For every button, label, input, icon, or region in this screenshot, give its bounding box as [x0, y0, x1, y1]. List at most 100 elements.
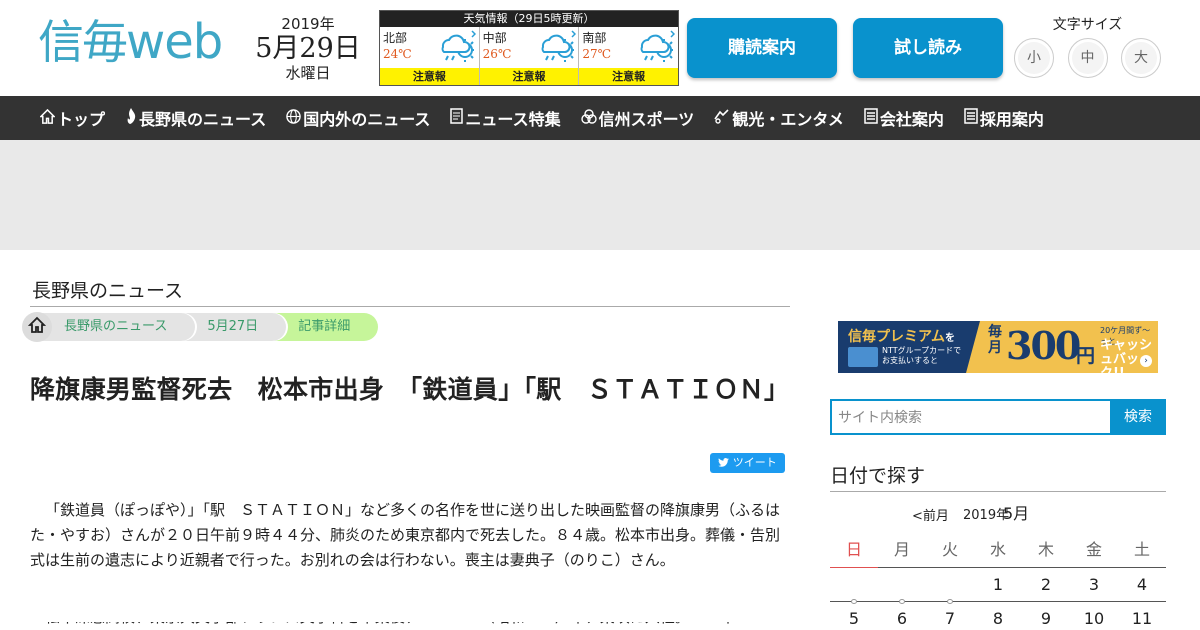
weather-south[interactable]: 南部 27℃ 注意報: [579, 27, 679, 85]
breadcrumb-home[interactable]: [22, 312, 52, 342]
date-month-day: 5月29日: [255, 33, 361, 64]
calendar-day: [878, 568, 926, 604]
nav-item-company-info[interactable]: 会社案内: [864, 106, 944, 130]
weather-temp: 26℃: [482, 47, 512, 61]
nav-item-label: 国内外のニュース: [303, 110, 431, 129]
calendar-day[interactable]: 8: [974, 602, 1022, 630]
nav-item-label: ニュース特集: [465, 110, 561, 129]
banner-offer: 毎月 300 円 20ケ月間ず〜っと キャッシュバック!! ›: [966, 321, 1158, 373]
nav-item-shinshu-sports[interactable]: 信州スポーツ: [580, 106, 695, 130]
twitter-bird-icon: [718, 456, 733, 469]
calendar-day[interactable]: 6: [878, 602, 926, 630]
building-icon: [864, 108, 878, 128]
nav-item-top[interactable]: トップ: [39, 106, 106, 130]
nav-item-label: 観光・エンタメ: [732, 110, 844, 129]
weather-region-name: 中部: [482, 31, 507, 45]
cloud-sun-rain-icon: [541, 30, 576, 62]
subscribe-button[interactable]: 購読案内: [687, 18, 837, 78]
calendar-day[interactable]: 2: [1022, 568, 1070, 601]
nav-item-label: 信州スポーツ: [598, 110, 695, 129]
weekday-wed: 水: [989, 540, 1006, 559]
weather-widget[interactable]: 天気情報（29日5時更新） 北部 24℃ 注意報 中部 26℃ 注意報 南部 2…: [379, 10, 679, 86]
calendar-day: [830, 568, 878, 604]
weather-region-name: 北部: [383, 31, 408, 45]
flame-icon: [125, 108, 137, 128]
home-icon: [27, 316, 47, 338]
nav-item-label: 長野県のニュース: [139, 110, 267, 129]
site-header: 信毎 web 2019年 5月29日 水曜日 天気情報（29日5時更新） 北部 …: [0, 0, 1200, 96]
calendar-prev-month-link[interactable]: <前月: [912, 505, 949, 524]
weather-title: 天気情報（29日5時更新）: [380, 11, 678, 27]
weather-north[interactable]: 北部 24℃ 注意報: [380, 27, 480, 85]
banner-month-label: 毎月: [988, 324, 1002, 356]
date-year: 2019年: [281, 15, 335, 33]
weather-temp: 24℃: [383, 47, 412, 61]
article-headline: 降旗康男監督死去 松本市出身 「鉄道員」「駅 ＳＴＡＴＩＯＮ」: [30, 375, 790, 404]
font-size-large-button[interactable]: 大: [1121, 38, 1161, 78]
calendar-day[interactable]: 4: [1118, 568, 1166, 601]
calendar: 日 月 火 水 木 金 土 1 2 3 4 5 6 7 8 9 10 11: [830, 536, 1166, 630]
tweet-button[interactable]: ツイート: [710, 453, 785, 473]
nav-item-recruitment[interactable]: 採用案内: [964, 106, 1044, 130]
weekday-tue: 火: [941, 540, 958, 559]
nav-item-domestic-intl-news[interactable]: 国内外のニュース: [286, 106, 430, 130]
date-weekday: 水曜日: [285, 64, 331, 82]
banner-amount: 300: [1006, 323, 1081, 368]
weekday-sun: 日: [830, 536, 878, 568]
document-icon: [450, 108, 464, 128]
camera-icon: [714, 108, 730, 128]
premium-promo-banner[interactable]: 信毎プレミアムを NTTグループカードで お支払いすると 毎月 300 円 20…: [838, 321, 1158, 373]
search-button[interactable]: 検索: [1110, 399, 1166, 435]
weather-temp: 27℃: [582, 47, 612, 61]
cloud-sun-rain-icon: [640, 30, 676, 62]
calendar-day[interactable]: 7: [926, 602, 974, 630]
weather-central[interactable]: 中部 26℃ 注意報: [479, 27, 580, 85]
weekday-fri: 金: [1085, 540, 1102, 559]
section-title: 長野県のニュース: [32, 280, 184, 302]
chevron-right-icon: ›: [1140, 355, 1152, 367]
calendar-day[interactable]: 9: [1022, 602, 1070, 630]
calendar-week: 5 6 7 8 9 10 11: [830, 602, 1166, 630]
home-icon: [39, 108, 56, 128]
site-logo[interactable]: 信毎 web: [38, 14, 223, 70]
nav-item-news-features[interactable]: ニュース特集: [450, 106, 561, 130]
font-size-selector: 文字サイズ 小 中 大: [1010, 14, 1165, 78]
site-search-input[interactable]: [830, 399, 1110, 435]
breadcrumb: 長野県のニュース 5月27日 記事詳細: [22, 312, 379, 342]
calendar-title: 日付で探す: [830, 465, 926, 487]
calendar-day[interactable]: 10: [1070, 602, 1118, 630]
cloud-sun-rain-icon: [441, 30, 476, 62]
logo-web: web: [126, 14, 223, 70]
ball-icon: [580, 108, 597, 128]
nav-item-tourism-entertainment[interactable]: 観光・エンタメ: [714, 106, 844, 130]
calendar-weekday-row: 日 月 火 水 木 金 土: [830, 536, 1166, 568]
font-size-label: 文字サイズ: [1052, 17, 1123, 33]
main-nav: トップ 長野県のニュース 国内外のニュース ニュース特集 信州スポーツ 観光・エ…: [0, 96, 1200, 140]
font-size-small-button[interactable]: 小: [1014, 38, 1054, 78]
trial-read-button[interactable]: 試し読み: [853, 18, 1003, 78]
banner-brand: 信毎プレミアムを: [848, 329, 956, 345]
weather-region-name: 南部: [582, 31, 607, 45]
globe-icon: [286, 108, 301, 128]
list-icon: [964, 108, 978, 128]
weekday-mon: 月: [893, 540, 910, 559]
breadcrumb-item-nagano-news[interactable]: 長野県のニュース: [34, 313, 196, 341]
tweet-label: ツイート: [732, 456, 777, 469]
nav-item-label: 会社案内: [879, 110, 944, 129]
calendar-day[interactable]: 1: [974, 568, 1022, 601]
calendar-day[interactable]: 11: [1118, 602, 1166, 630]
nav-item-label: 採用案内: [979, 110, 1044, 129]
article-body-continued: 松本深志高校、東京大文学部フランス文学科を卒業後、１９５７（昭和３２）年、東映に…: [30, 622, 786, 630]
site-search: 検索: [830, 399, 1166, 435]
section-divider: [30, 306, 790, 307]
calendar-month: 5月: [1003, 504, 1030, 523]
weather-warning: 注意報: [380, 68, 479, 85]
font-size-medium-button[interactable]: 中: [1067, 38, 1108, 78]
calendar-day[interactable]: 3: [1070, 568, 1118, 601]
calendar-day: [926, 568, 974, 604]
logo-kanji: 信毎: [38, 15, 128, 69]
nav-item-label: トップ: [57, 110, 106, 129]
calendar-day[interactable]: 5: [830, 602, 878, 630]
credit-card-icon: [848, 347, 878, 367]
nav-item-nagano-news[interactable]: 長野県のニュース: [125, 106, 266, 130]
